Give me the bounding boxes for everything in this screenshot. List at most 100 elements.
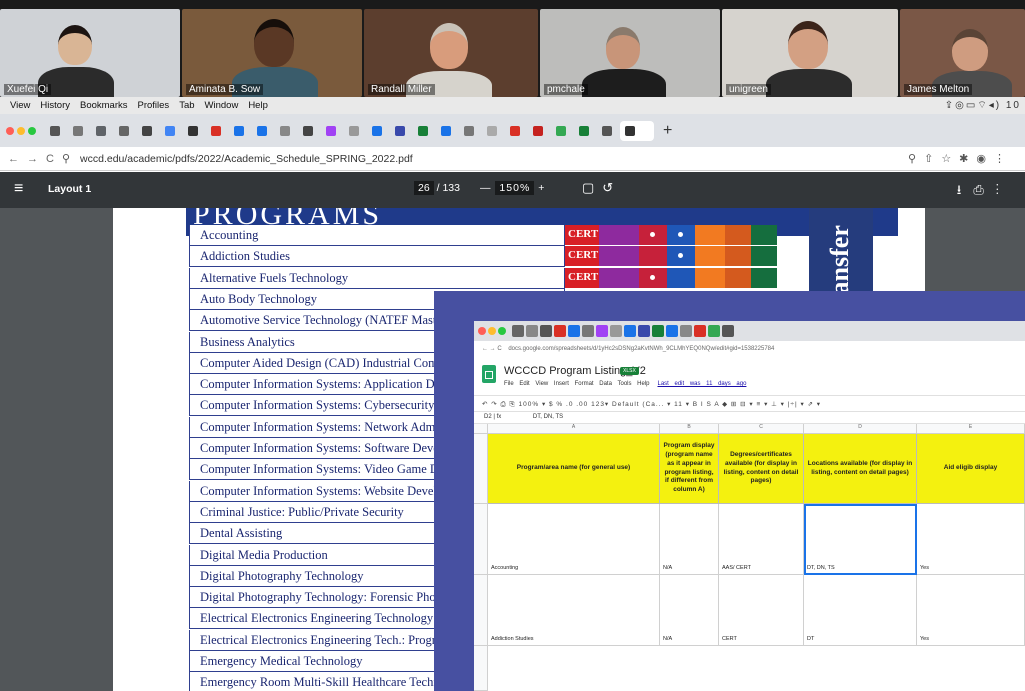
zoom-level[interactable]: 150%	[495, 181, 535, 195]
cert-cell: CERT	[565, 225, 599, 246]
participant-tile[interactable]: unigreen	[722, 9, 898, 97]
offering-cell	[695, 246, 725, 268]
participant-body	[766, 69, 852, 97]
data-cell: N/A	[660, 504, 719, 575]
header-cell: Program display (program name as it appe…	[660, 434, 719, 504]
row-header	[474, 504, 488, 575]
participant-tile[interactable]: Xuefei Qi	[0, 9, 180, 97]
browser-tab[interactable]	[275, 121, 295, 141]
participant-tile[interactable]: pmchale	[540, 9, 720, 97]
browser-tab[interactable]	[252, 121, 272, 141]
maximize-window-icon	[498, 327, 506, 335]
participant-head	[58, 25, 92, 65]
program-offering-cells: CERT	[565, 225, 777, 246]
file-type-badge: XLSX	[620, 367, 639, 375]
maximize-window-icon[interactable]	[28, 126, 36, 135]
header-cell: Aid eligib display	[917, 434, 1025, 504]
browser-tab[interactable]	[229, 121, 249, 141]
column-header-corner	[474, 424, 488, 434]
participant-name: unigreen	[726, 84, 771, 95]
page-number-input[interactable]: 26	[414, 181, 434, 195]
menu-window[interactable]: Window	[205, 100, 239, 111]
row-header	[474, 434, 488, 504]
browser-tab[interactable]	[137, 121, 157, 141]
offering-cell	[667, 246, 695, 268]
browser-tab[interactable]	[298, 121, 318, 141]
browser-tab[interactable]	[482, 121, 502, 141]
column-header: C	[719, 424, 804, 434]
tab-icon	[722, 325, 734, 337]
menu-profiles[interactable]: Profiles	[138, 100, 170, 111]
download-print-more-icons[interactable]: ⭳⎙⋮	[957, 181, 1011, 203]
browser-tab[interactable]	[528, 121, 548, 141]
participant-tile[interactable]: James Melton	[900, 9, 1025, 97]
tab-icon	[596, 325, 608, 337]
url-field[interactable]: wccd.edu/academic/pdfs/2022/Academic_Sch…	[80, 153, 413, 165]
close-window-icon[interactable]	[6, 126, 14, 135]
browser-tab[interactable]	[574, 121, 594, 141]
fit-rotate-icons[interactable]: ▢↺	[582, 180, 621, 196]
browser-tab[interactable]	[68, 121, 88, 141]
tab-icon	[512, 325, 524, 337]
tab-icon	[582, 325, 594, 337]
sheet-url: ← → C docs.google.com/spreadsheets/d/1yH…	[482, 346, 775, 352]
menu-view[interactable]: View	[10, 100, 30, 111]
data-cell: N/A	[660, 575, 719, 646]
tab-icon	[708, 325, 720, 337]
browser-tab-active[interactable]	[620, 120, 654, 141]
address-bar: ←→C ⚲ wccd.edu/academic/pdfs/2022/Academ…	[0, 147, 1025, 171]
browser-tab[interactable]	[344, 121, 364, 141]
offering-cell	[725, 246, 751, 268]
zoom-controls: — 150% +	[480, 181, 545, 195]
browser-tab[interactable]	[505, 121, 525, 141]
menu-help[interactable]: Help	[248, 100, 268, 111]
menu-tab[interactable]: Tab	[179, 100, 194, 111]
program-row: Alternative Fuels Technology	[189, 267, 565, 289]
sheet-browser-tabs	[474, 321, 1025, 341]
browser-tab[interactable]	[321, 121, 341, 141]
new-tab-button[interactable]: +	[663, 122, 672, 140]
offering-cell	[639, 246, 667, 268]
program-offering-cells: CERT	[565, 267, 777, 289]
zoom-out-icon[interactable]: —	[480, 182, 495, 194]
minimize-window-icon[interactable]	[17, 126, 25, 135]
browser-tab[interactable]	[206, 121, 226, 141]
participant-tile[interactable]: Aminata B. Sow	[182, 9, 362, 97]
formula-bar: D2 | fx DT, DN, TS	[474, 411, 1025, 424]
address-bar-actions[interactable]: ⚲⇧☆✱◉⋮	[908, 152, 1013, 165]
browser-tab[interactable]	[390, 121, 410, 141]
column-header: D	[804, 424, 917, 434]
browser-tab[interactable]	[367, 121, 387, 141]
participant-tile[interactable]: Randall Miller	[364, 9, 538, 97]
offering-cell	[725, 267, 751, 289]
browser-tab[interactable]	[183, 121, 203, 141]
browser-tab[interactable]	[114, 121, 134, 141]
menu-icon[interactable]: ≡	[14, 180, 23, 198]
cert-cell: CERT	[565, 267, 599, 289]
participant-head	[606, 27, 640, 69]
sheet-toolbar: ↶ ↷ ⎙ ⎘ 100% ▾ $ % .0 .00 123▾ Default (…	[474, 395, 1025, 411]
browser-tab[interactable]	[597, 121, 617, 141]
navigation-icons[interactable]: ←→C	[8, 153, 62, 165]
browser-tab[interactable]	[551, 121, 571, 141]
close-window-icon	[478, 327, 486, 335]
tab-strip: +	[0, 114, 1025, 147]
browser-tab[interactable]	[45, 121, 65, 141]
browser-tab[interactable]	[160, 121, 180, 141]
browser-tab[interactable]	[91, 121, 111, 141]
header-cell: Degrees/certificates available (for disp…	[719, 434, 804, 504]
browser-tab[interactable]	[413, 121, 433, 141]
menu-history[interactable]: History	[40, 100, 70, 111]
participant-head	[430, 23, 468, 69]
pdf-toolbar: ≡ Layout 1 26 / 133 — 150% + ▢↺ ⭳⎙⋮	[0, 172, 1025, 208]
status-tray: ⇪◎▭⌔◂) 10	[945, 99, 1021, 112]
zoom-in-icon[interactable]: +	[534, 182, 545, 194]
browser-tab[interactable]	[436, 121, 456, 141]
system-menu-bar: View History Bookmarks Profiles Tab Wind…	[0, 97, 1025, 114]
menu-bookmarks[interactable]: Bookmarks	[80, 100, 128, 111]
site-info-icon[interactable]: ⚲	[62, 152, 70, 165]
status-icons[interactable]: ⇪◎▭⌔◂)	[945, 100, 1001, 111]
data-cell: Yes	[917, 504, 1025, 575]
browser-tab[interactable]	[459, 121, 479, 141]
page-indicator: 26 / 133	[414, 181, 460, 195]
